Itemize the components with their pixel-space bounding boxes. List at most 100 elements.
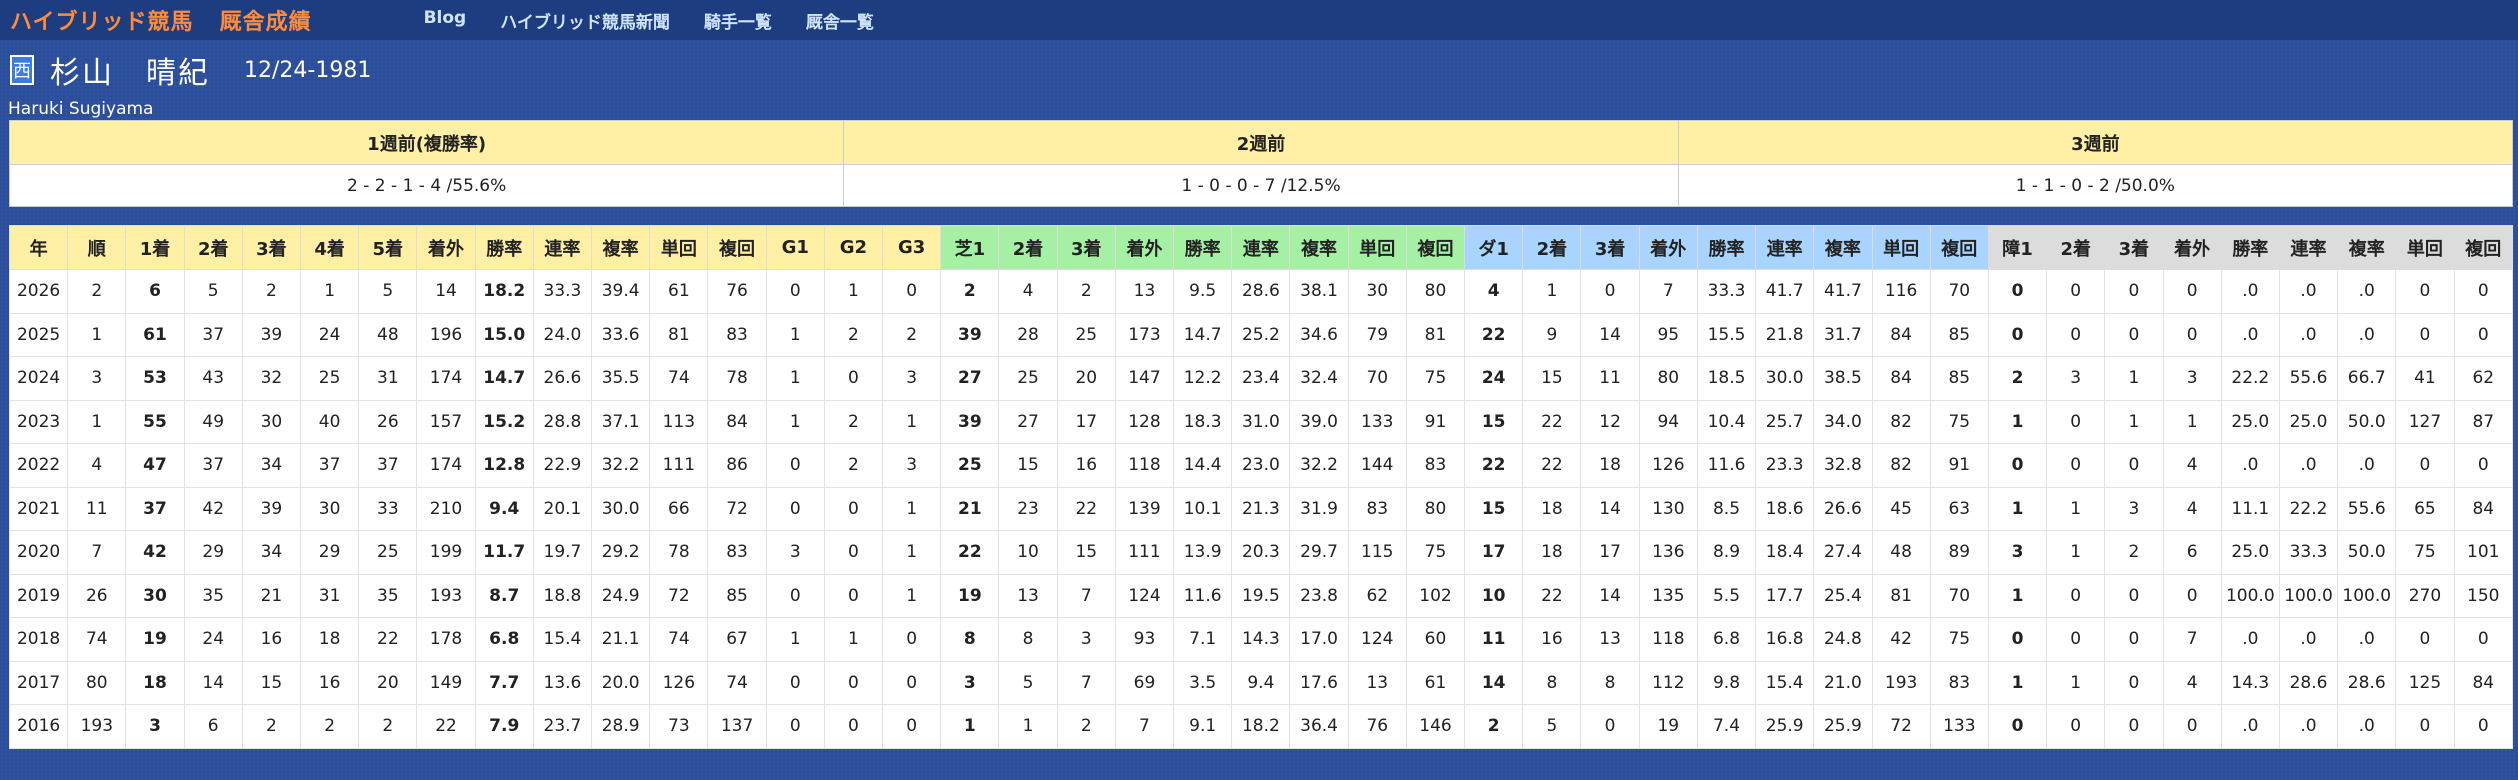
stat-cell: 0 bbox=[2453, 704, 2514, 749]
brand-logo[interactable]: ハイブリッド競馬 bbox=[10, 4, 194, 36]
stat-cell: 14 bbox=[183, 660, 243, 705]
stats-col-header[interactable]: 連率 bbox=[2278, 225, 2339, 270]
stats-col-header[interactable]: 3着 bbox=[1056, 225, 1116, 270]
stats-col-header[interactable]: G3 bbox=[882, 225, 942, 270]
stats-col-header[interactable]: 着外 bbox=[1638, 225, 1698, 270]
stats-col-header[interactable]: 4着 bbox=[300, 225, 360, 270]
stats-col-header[interactable]: 2着 bbox=[998, 225, 1058, 270]
stats-col-header[interactable]: 3着 bbox=[1580, 225, 1640, 270]
stats-col-header[interactable]: 着外 bbox=[416, 225, 476, 270]
stats-col-header[interactable]: 複回 bbox=[1405, 225, 1466, 270]
stats-col-header[interactable]: 2着 bbox=[2046, 225, 2106, 270]
stat-cell: 2 bbox=[882, 312, 942, 357]
stat-cell: 15.4 bbox=[1755, 660, 1815, 705]
stats-col-header[interactable]: 1着 bbox=[125, 225, 185, 270]
stat-cell: 20.1 bbox=[532, 486, 593, 531]
stats-col-header[interactable]: 複回 bbox=[707, 225, 767, 270]
stats-col-header[interactable]: 芝1 bbox=[940, 225, 1000, 270]
stat-cell: 17 bbox=[1580, 530, 1640, 575]
stat-cell: 70 bbox=[1929, 269, 1989, 314]
stats-col-header[interactable]: 順 bbox=[67, 225, 127, 270]
stats-col-header[interactable]: 単回 bbox=[2395, 225, 2455, 270]
stats-col-header[interactable]: ダ1 bbox=[1464, 225, 1524, 270]
stat-cell: 26.6 bbox=[532, 356, 593, 401]
yearly-stats-table: 年順 1着 2着 3着 4着 5着 着外 勝率 連率 複率 単回 複回 G1 G2 G3 芝1 2着 3着 着外 勝率… bbox=[8, 225, 2514, 749]
stat-cell: 0 bbox=[765, 660, 825, 705]
stat-cell: 2 bbox=[241, 269, 302, 314]
stats-col-header[interactable]: 複回 bbox=[2453, 225, 2514, 270]
stat-cell: 0 bbox=[765, 704, 825, 749]
stats-col-header[interactable]: 勝率 bbox=[1173, 225, 1233, 270]
stats-col-header[interactable]: 単回 bbox=[649, 225, 709, 270]
stat-cell: 82 bbox=[1871, 443, 1931, 488]
stat-cell: 1 bbox=[765, 312, 825, 357]
stat-cell: 25 bbox=[358, 530, 418, 575]
stat-cell: 26 bbox=[358, 399, 418, 444]
stats-col-header[interactable]: 連率 bbox=[532, 225, 593, 270]
nav-link-stable-list[interactable]: 厩舎一覧 bbox=[806, 8, 874, 33]
stats-col-header[interactable]: 勝率 bbox=[1696, 225, 1757, 270]
stat-cell: 18 bbox=[1580, 443, 1640, 488]
stat-cell: 74 bbox=[649, 617, 709, 662]
stats-col-header[interactable]: 単回 bbox=[1871, 225, 1931, 270]
stat-cell: 4 bbox=[2162, 486, 2222, 531]
stat-cell: 29.2 bbox=[591, 530, 651, 575]
stat-cell: 0 bbox=[2046, 573, 2106, 618]
stat-cell: 4 bbox=[1464, 269, 1524, 314]
stat-cell: 6.8 bbox=[1696, 617, 1757, 662]
stat-cell: 25.7 bbox=[1755, 399, 1815, 444]
stats-col-header[interactable]: 着外 bbox=[1114, 225, 1175, 270]
stat-cell: 27 bbox=[998, 399, 1058, 444]
stats-col-header[interactable]: 複率 bbox=[2337, 225, 2397, 270]
stats-col-header[interactable]: 障1 bbox=[1987, 225, 2048, 270]
stat-cell: 22.2 bbox=[2278, 486, 2339, 531]
stat-cell: 72 bbox=[1871, 704, 1931, 749]
stat-cell: 100.0 bbox=[2337, 573, 2397, 618]
stat-cell: 24.9 bbox=[591, 573, 651, 618]
stats-col-header[interactable]: 勝率 bbox=[2220, 225, 2280, 270]
stats-col-header[interactable]: G2 bbox=[823, 225, 884, 270]
stats-col-header[interactable]: 2着 bbox=[1522, 225, 1582, 270]
stat-cell: 18.5 bbox=[1696, 356, 1757, 401]
nav-link-newspaper[interactable]: ハイブリッド競馬新聞 bbox=[500, 8, 670, 33]
stats-col-header[interactable]: 年 bbox=[8, 225, 69, 270]
stat-cell: 21.0 bbox=[1813, 660, 1873, 705]
section-title[interactable]: 厩舎成績 bbox=[220, 4, 312, 36]
stat-cell: 34 bbox=[241, 530, 302, 575]
stat-cell: 0 bbox=[2453, 312, 2514, 357]
stats-col-header[interactable]: 5着 bbox=[358, 225, 418, 270]
stat-cell: 0 bbox=[2104, 660, 2164, 705]
stats-col-header[interactable]: 連率 bbox=[1231, 225, 1291, 270]
stat-cell: 0 bbox=[2395, 269, 2455, 314]
stats-col-header[interactable]: 3着 bbox=[2104, 225, 2164, 270]
stat-cell: 19.5 bbox=[1231, 573, 1291, 618]
stat-cell: 0 bbox=[2395, 617, 2455, 662]
stats-col-header[interactable]: 単回 bbox=[1347, 225, 1407, 270]
stat-cell: 10.1 bbox=[1173, 486, 1233, 531]
stats-col-header[interactable]: 複率 bbox=[1289, 225, 1349, 270]
stats-col-header[interactable]: 着外 bbox=[2162, 225, 2222, 270]
stats-col-header[interactable]: G1 bbox=[765, 225, 825, 270]
stat-cell: 1 bbox=[1987, 399, 2048, 444]
stat-cell: 1 bbox=[940, 704, 1000, 749]
stat-cell: 9.4 bbox=[474, 486, 534, 531]
stats-col-header[interactable]: 勝率 bbox=[474, 225, 534, 270]
stats-col-header[interactable]: 複率 bbox=[591, 225, 651, 270]
stat-cell: 5.5 bbox=[1696, 573, 1757, 618]
stat-cell: 11.1 bbox=[2220, 486, 2280, 531]
stats-col-header[interactable]: 複回 bbox=[1929, 225, 1989, 270]
stats-col-header[interactable]: 連率 bbox=[1755, 225, 1815, 270]
stat-cell: 74 bbox=[707, 660, 767, 705]
nav-link-jockey-list[interactable]: 騎手一覧 bbox=[704, 8, 772, 33]
stat-cell: 25.2 bbox=[1231, 312, 1291, 357]
stat-cell: 22 bbox=[1464, 312, 1524, 357]
stat-cell: 25 bbox=[998, 356, 1058, 401]
year-cell: 2016 bbox=[8, 704, 69, 749]
stat-cell: 83 bbox=[707, 530, 767, 575]
stats-col-header[interactable]: 2着 bbox=[183, 225, 243, 270]
nav-link-blog[interactable]: Blog bbox=[424, 8, 467, 33]
stat-cell: 102 bbox=[1405, 573, 1466, 618]
stats-col-header[interactable]: 複率 bbox=[1813, 225, 1873, 270]
stats-col-header[interactable]: 3着 bbox=[241, 225, 302, 270]
stat-cell: 28.9 bbox=[591, 704, 651, 749]
